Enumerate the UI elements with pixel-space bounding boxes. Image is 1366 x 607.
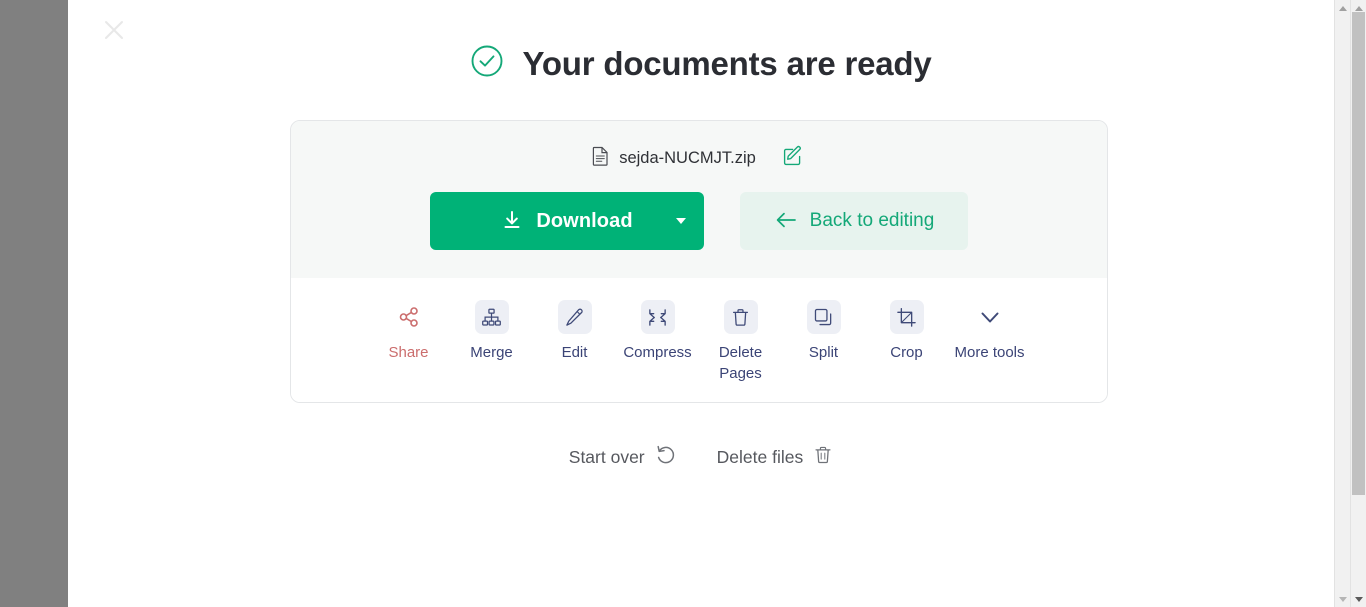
triangle-down-icon [1354, 596, 1363, 602]
share-nodes-icon [392, 300, 426, 334]
download-icon [501, 209, 523, 234]
check-circle-icon [470, 44, 504, 83]
tool-crop[interactable]: Crop [865, 300, 948, 364]
back-to-editing-label: Back to editing [809, 210, 935, 231]
tool-delete-pages-label: Delete Pages [718, 344, 763, 382]
start-over-button[interactable]: Start over [569, 444, 677, 471]
tool-more-tools[interactable]: More tools [948, 300, 1031, 364]
tool-edit-label: Edit [561, 344, 588, 361]
tool-compress[interactable]: Compress [616, 300, 699, 364]
trash-icon [813, 444, 833, 471]
footer-actions: Start over Delete files [68, 444, 1334, 471]
file-row: sejda-NUCMJT.zip [291, 143, 1107, 173]
page-title: Your documents are ready [68, 44, 1334, 83]
page-scrollbar[interactable] [1350, 0, 1366, 607]
action-button-row: Download Back to editing [291, 192, 1107, 250]
scrollbar-thumb[interactable] [1352, 12, 1365, 495]
rename-file-button[interactable] [780, 145, 806, 171]
inner-scrollbar[interactable] [1334, 0, 1350, 607]
result-card: sejda-NUCMJT.zip Download Back to editin… [290, 120, 1108, 404]
crop-icon [889, 300, 924, 334]
download-button[interactable]: Download [430, 192, 704, 250]
trash-icon [723, 300, 758, 334]
edit-square-icon [782, 145, 804, 172]
tool-compress-label: Compress [623, 344, 692, 361]
compress-icon [640, 300, 675, 334]
tool-delete-pages[interactable]: Delete Pages [699, 300, 782, 384]
back-to-editing-button[interactable]: Back to editing [740, 192, 968, 250]
tool-split[interactable]: Split [782, 300, 865, 364]
close-icon [101, 17, 127, 43]
split-pages-icon [806, 300, 841, 334]
card-tools-section: Share Merge Edit Compress Delete Pages S… [291, 278, 1107, 403]
tool-share-label: Share [388, 344, 429, 361]
delete-files-label: Delete files [716, 447, 804, 467]
chevron-down-icon [973, 300, 1007, 334]
inner-scroll-up-button[interactable] [1335, 0, 1350, 16]
tools-row: Share Merge Edit Compress Delete Pages S… [291, 300, 1107, 384]
start-over-label: Start over [568, 447, 645, 467]
tool-merge-label: Merge [470, 344, 513, 361]
download-options-caret-icon[interactable] [676, 218, 686, 224]
tool-edit[interactable]: Edit [533, 300, 616, 364]
triangle-up-icon [1354, 5, 1363, 11]
scroll-down-button[interactable] [1351, 591, 1366, 607]
tool-share[interactable]: Share [367, 300, 450, 364]
rotate-left-icon [655, 444, 677, 471]
document-icon [592, 146, 609, 171]
pencil-icon [557, 300, 592, 334]
inner-scroll-down-button[interactable] [1335, 591, 1350, 607]
tool-crop-label: Crop [890, 344, 923, 361]
triangle-down-icon [1338, 596, 1347, 602]
page-title-text: Your documents are ready [522, 44, 932, 82]
tool-more-tools-label: More tools [954, 344, 1025, 361]
file-name: sejda-NUCMJT.zip [619, 148, 756, 167]
merge-tree-icon [474, 300, 509, 334]
page-background-overlay [0, 0, 68, 607]
arrow-left-icon [774, 210, 798, 233]
triangle-up-icon [1338, 5, 1347, 11]
tool-split-label: Split [808, 344, 839, 361]
card-top-section: sejda-NUCMJT.zip Download Back to editin… [291, 121, 1107, 278]
tool-merge[interactable]: Merge [450, 300, 533, 364]
download-button-label: Download [536, 209, 633, 232]
result-panel: Your documents are ready sejda-NUCMJT.zi… [68, 0, 1334, 607]
app-root: Your documents are ready sejda-NUCMJT.zi… [0, 0, 1366, 607]
delete-files-button[interactable]: Delete files [717, 444, 834, 471]
